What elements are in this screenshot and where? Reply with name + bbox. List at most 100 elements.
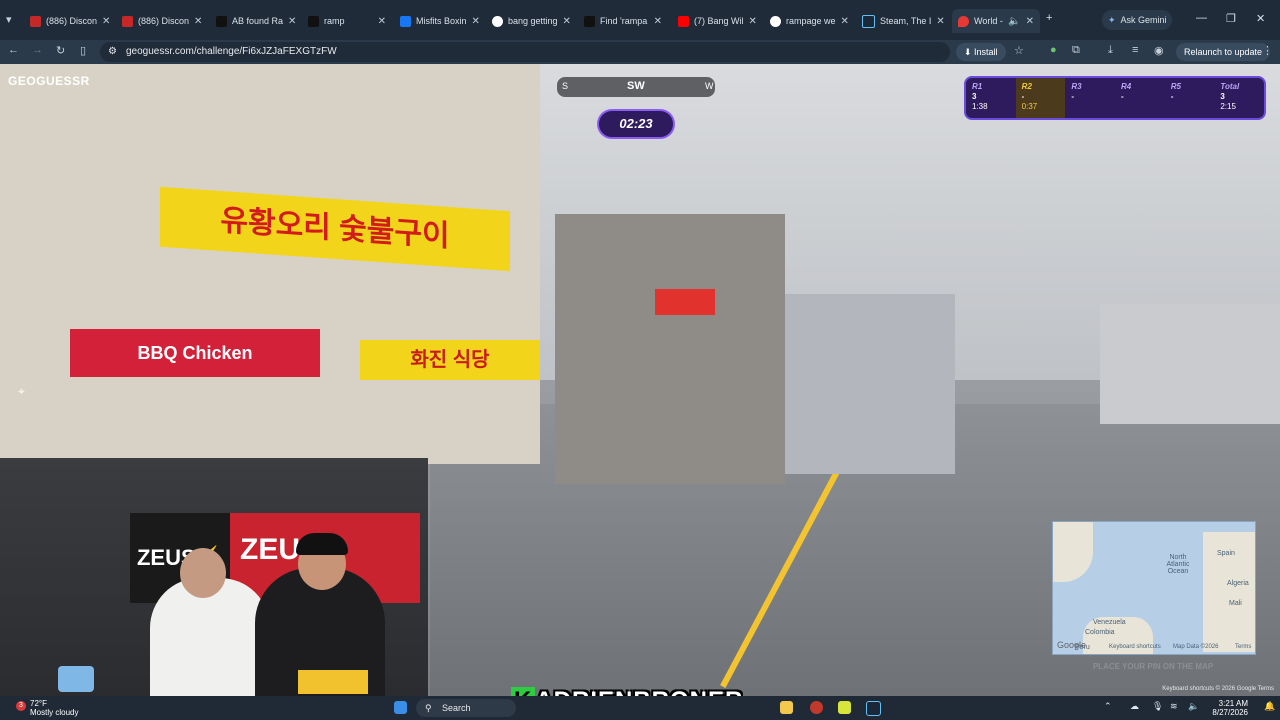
app-icon[interactable] [810, 701, 823, 714]
tab-active-geoguessr[interactable]: World - 🔈 ✕ [952, 9, 1040, 33]
round-total: Total 3 2:15 [1214, 78, 1264, 118]
building-right [785, 294, 955, 474]
tab-7[interactable]: Find 'rampa ✕ [578, 9, 668, 33]
sidebar-icon[interactable]: ▯ [80, 44, 86, 57]
ask-gemini-label: Ask Gemini [1120, 15, 1167, 25]
close-icon[interactable]: ✕ [1026, 16, 1034, 27]
taskbar-search[interactable]: ⚲ Search [416, 699, 516, 717]
new-tab-icon[interactable]: + [1046, 12, 1052, 24]
close-icon[interactable]: ✕ [194, 16, 202, 27]
file-explorer-icon[interactable] [780, 701, 793, 714]
close-icon[interactable]: ✕ [288, 16, 296, 27]
round-time: 1:38 [972, 102, 988, 111]
place-pin-button[interactable]: PLACE YOUR PIN ON THE MAP [1052, 662, 1254, 678]
address-bar[interactable]: ⚙ geoguessr.com/challenge/Fi6xJZJaFEXGTz… [100, 42, 950, 62]
app-icon[interactable] [838, 701, 851, 714]
streamer-cap [296, 533, 348, 555]
round-time: 0:37 [1021, 102, 1038, 111]
guess-map[interactable]: + North Atlantic Ocean Spain Algeria Mal… [1052, 521, 1256, 655]
map-shortcuts-link[interactable]: Keyboard shortcuts [1109, 644, 1161, 650]
clock-time: 3:21 AM [1218, 699, 1248, 708]
install-icon: ⬇ [964, 47, 975, 57]
compass-right: W [705, 81, 714, 91]
cloud-icon[interactable]: ☁ [1130, 701, 1139, 712]
tab-1[interactable]: (886) Discon ✕ [24, 9, 114, 33]
clock-date: 8/27/2026 [1212, 708, 1248, 717]
wifi-icon[interactable]: ≋ [1170, 701, 1178, 712]
download-icon[interactable]: ⤓ [1108, 44, 1113, 57]
tab-9[interactable]: rampage we ✕ [764, 9, 854, 33]
round-label: R5 [1170, 82, 1181, 91]
steam-icon[interactable] [866, 701, 881, 716]
map-label: Venezuela [1093, 619, 1126, 626]
extensions-icon[interactable]: ⧉ [1072, 44, 1080, 57]
tab-10[interactable]: Steam, The I ✕ [856, 9, 950, 33]
tab-2[interactable]: (886) Discon ✕ [116, 9, 206, 33]
nametag-text: ADRIENBRONER [535, 687, 743, 696]
tab-search-icon[interactable]: ▾ [6, 13, 12, 26]
bookmark-star-icon[interactable]: ☆ [1014, 44, 1024, 57]
tab-label: World - [974, 16, 1003, 26]
relaunch-button[interactable]: Relaunch to update [1176, 43, 1271, 61]
close-icon[interactable]: ✕ [563, 16, 571, 27]
round-r4: R4- [1115, 78, 1165, 118]
close-icon[interactable]: ✕ [749, 16, 757, 27]
location-pin-icon [958, 15, 969, 27]
ask-gemini-button[interactable]: ✦ Ask Gemini [1102, 10, 1172, 30]
profile-icon[interactable]: ◉ [1154, 44, 1164, 57]
tab-label: (886) Discon [46, 16, 98, 26]
tab-3[interactable]: AB found Ra ✕ [210, 9, 300, 33]
tray-chevron-icon[interactable]: ⌃ [1104, 701, 1112, 712]
map-terms-link[interactable]: Terms [1235, 644, 1251, 650]
tab-8[interactable]: (7) Bang Wil ✕ [672, 9, 762, 33]
zeus-logo: ZEU [240, 533, 300, 566]
speaker-icon[interactable]: 🔈 [1008, 16, 1020, 27]
clock[interactable]: 3:21 AM 8/27/2026 [1212, 699, 1248, 717]
tab-4[interactable]: ramp ✕ [302, 9, 392, 33]
round-time: 2:15 [1220, 102, 1236, 111]
building-far-right [1100, 304, 1280, 424]
close-icon[interactable]: ✕ [936, 16, 944, 27]
tab-6[interactable]: bang getting ✕ [486, 9, 576, 33]
street-view-panorama[interactable]: 유황오리 숯불구이 BBQ Chicken 화진 식당 GEOGUESSR S … [0, 64, 1280, 696]
volume-icon[interactable]: 🔈 [1188, 701, 1199, 712]
install-button[interactable]: ⬇ Install [956, 43, 1006, 61]
tab-label: Steam, The I [880, 16, 932, 26]
close-icon[interactable]: ✕ [102, 16, 110, 27]
tab-5[interactable]: Misfits Boxin ✕ [394, 9, 484, 33]
back-icon[interactable]: ← [8, 44, 19, 56]
close-icon[interactable]: ✕ [472, 16, 480, 27]
extension-badge-icon[interactable]: ● [1050, 44, 1057, 56]
tab-label: (7) Bang Wil [694, 16, 744, 26]
window-close-icon[interactable]: ✕ [1256, 12, 1265, 25]
round-r1: R1 3 1:38 [966, 78, 1016, 118]
maximize-icon[interactable]: ❐ [1226, 12, 1236, 25]
round-label: R3 [1071, 82, 1082, 91]
windows-start-icon[interactable] [394, 701, 407, 714]
url-text: geoguessr.com/challenge/Fi6xJZJaFEXGTzFW [126, 46, 337, 57]
round-points: - [1071, 92, 1075, 101]
close-icon[interactable]: ✕ [378, 16, 386, 27]
windows-taskbar: 3 72°F Mostly cloudy ⚲ Search ⌃ ☁ 🎙 ≋ 🔈 … [0, 696, 1280, 720]
map-label: Algeria [1227, 580, 1249, 587]
weather-widget[interactable]: 3 72°F Mostly cloudy [16, 699, 78, 717]
microphone-icon[interactable]: 🎙 [1152, 701, 1163, 712]
media-control-icon[interactable]: ≡ [1132, 44, 1138, 56]
menu-dots-icon[interactable]: ⋮ [1262, 44, 1273, 57]
site-info-icon[interactable]: ⚙ [108, 42, 117, 62]
round-r3: R3- [1065, 78, 1115, 118]
forward-icon[interactable]: → [32, 44, 43, 56]
tab-label: bang getting [508, 16, 558, 26]
relaunch-label: Relaunch to update [1184, 47, 1263, 57]
google-watermark: Google [1057, 640, 1087, 650]
drink-can [58, 666, 94, 692]
round-timer: 02:23 [597, 109, 675, 139]
tab-favicon [122, 15, 133, 27]
close-icon[interactable]: ✕ [654, 16, 662, 27]
notification-bell-icon[interactable]: 🔔 [1264, 701, 1275, 712]
return-to-start-icon[interactable]: ⌖ [18, 384, 34, 400]
close-icon[interactable]: ✕ [841, 16, 849, 27]
reload-icon[interactable]: ↻ [56, 44, 65, 57]
minimize-icon[interactable]: — [1196, 12, 1207, 24]
tab-favicon [30, 15, 41, 27]
